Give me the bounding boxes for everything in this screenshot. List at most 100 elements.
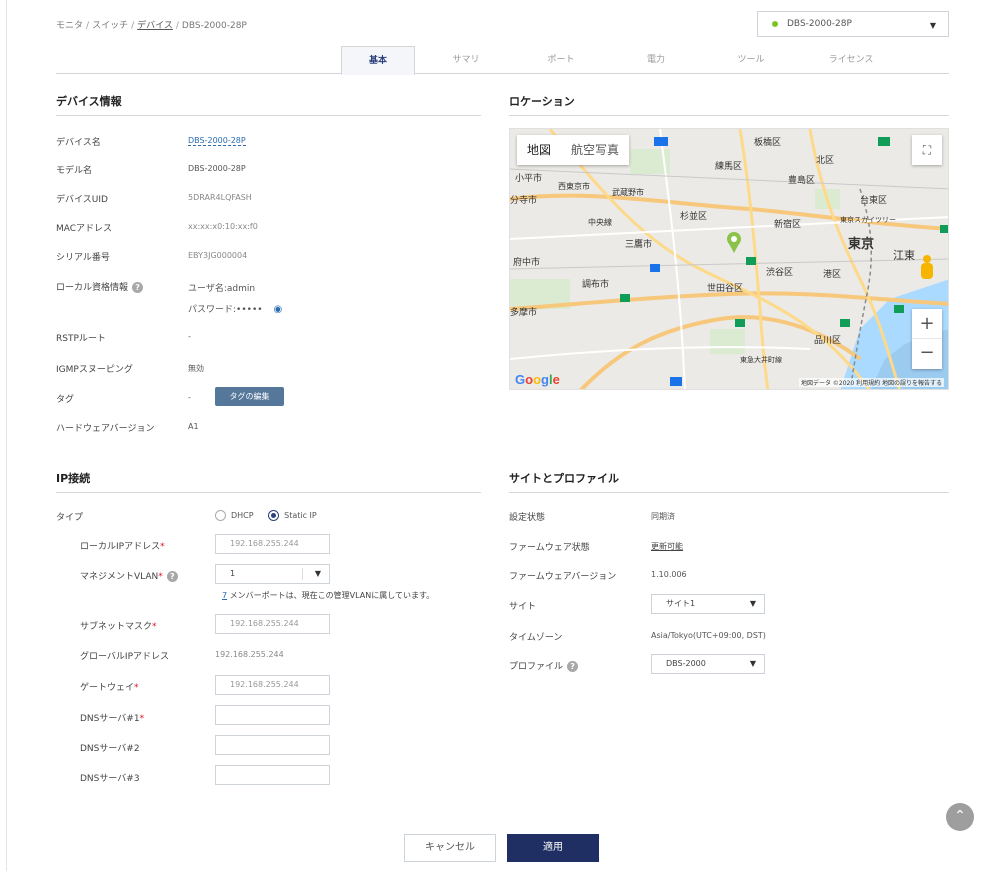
- map-place: 世田谷区: [707, 284, 744, 294]
- chevron-down-icon: ▼: [314, 569, 321, 578]
- zoom-in-button[interactable]: +: [912, 309, 942, 339]
- tag-label: タグ: [56, 395, 75, 405]
- serial-label: シリアル番号: [56, 253, 110, 263]
- config-status-value: 同期済: [651, 512, 675, 521]
- dhcp-radio[interactable]: DHCP: [215, 510, 254, 521]
- gateway-label-text: ゲートウェイ: [80, 683, 135, 693]
- breadcrumb-current: DBS-2000-28P: [181, 21, 247, 31]
- tab-power[interactable]: 電力: [621, 46, 691, 74]
- radio-off-icon[interactable]: [215, 510, 226, 521]
- timezone-value: Asia/Tokyo(UTC+09:00, DST): [651, 631, 766, 640]
- mac-label: MACアドレス: [56, 224, 113, 234]
- subnet-input[interactable]: 192.168.255.244: [215, 614, 330, 634]
- tab-ports[interactable]: ポート: [526, 46, 596, 74]
- subnet-label: サブネットマスク*: [80, 622, 157, 632]
- uid-label: デバイスUID: [56, 195, 108, 205]
- fullscreen-icon[interactable]: ⛶: [912, 135, 942, 165]
- cred-username: ユーザ名:admin: [188, 284, 256, 294]
- map-place: 練馬区: [715, 162, 743, 172]
- fw-status-value[interactable]: 更新可能: [651, 541, 683, 552]
- rstp-value: -: [188, 332, 191, 341]
- help-icon[interactable]: ?: [132, 282, 144, 293]
- cred-password: パスワード:••••• ◉: [188, 302, 282, 315]
- dns1-label: DNSサーバ#1*: [80, 714, 145, 724]
- edit-tag-button[interactable]: タグの編集: [215, 387, 284, 406]
- model-value: DBS-2000-28P: [188, 164, 246, 173]
- pegman-icon[interactable]: [916, 253, 938, 287]
- divider: [56, 115, 481, 116]
- divider: [509, 115, 949, 116]
- map-place: 府中市: [513, 258, 541, 268]
- ip-type-label: タイプ: [56, 513, 84, 523]
- chevron-down-icon: ▼: [929, 21, 936, 30]
- zoom-out-button[interactable]: −: [912, 339, 942, 369]
- apply-button[interactable]: 適用: [507, 834, 599, 862]
- scroll-to-top-icon[interactable]: ⌃: [946, 803, 974, 831]
- map-place: 台東区: [860, 196, 888, 206]
- breadcrumb: モニタ / スイッチ / デバイス / DBS-2000-28P: [56, 21, 247, 31]
- fw-status-label: ファームウェア状態: [509, 543, 590, 553]
- map-place: 豊島区: [788, 176, 816, 186]
- mgmt-vlan-label: マネジメントVLAN*?: [80, 569, 178, 582]
- vlan-member-note-text: メンバーポートは、現在この管理VLANに属しています。: [227, 591, 435, 600]
- ip-type-radios: DHCP Static IP: [215, 510, 317, 521]
- profile-select[interactable]: DBS-2000 ▼: [651, 654, 765, 674]
- vlan-member-note: 7 メンバーポートは、現在この管理VLANに属しています。: [222, 590, 434, 601]
- breadcrumb-monitor[interactable]: モニタ: [56, 21, 83, 31]
- fw-version-label: ファームウェアバージョン: [509, 572, 617, 582]
- tab-summary[interactable]: サマリ: [431, 46, 501, 74]
- map-place: 武蔵野市: [612, 188, 644, 197]
- local-credentials-label: ローカル資格情報?: [56, 280, 144, 293]
- tab-tools[interactable]: ツール: [716, 46, 786, 74]
- map-place: 多摩市: [510, 308, 538, 318]
- map-place: 北区: [816, 156, 835, 166]
- help-icon[interactable]: ?: [166, 571, 178, 582]
- map-place: 品川区: [814, 336, 842, 346]
- breadcrumb-devices[interactable]: デバイス: [137, 21, 173, 31]
- igmp-label: IGMPスヌーピング: [56, 365, 133, 375]
- mgmt-vlan-value: 1: [230, 569, 236, 578]
- dns3-input[interactable]: [215, 765, 330, 785]
- location-map[interactable]: 板橋区 北区 練馬区 豊島区 台東区 小平市 西東京市 武蔵野市 分寺市 中央線…: [509, 128, 949, 390]
- device-info-title: デバイス情報: [56, 95, 122, 108]
- site-select[interactable]: サイト1 ▼: [651, 594, 765, 614]
- satellite-view-button[interactable]: 航空写真: [561, 135, 629, 165]
- map-view-button[interactable]: 地図: [517, 135, 561, 165]
- location-title: ロケーション: [509, 95, 575, 108]
- dns1-label-text: DNSサーバ#1: [80, 714, 140, 724]
- help-icon[interactable]: ?: [567, 661, 579, 672]
- map-type-toggle: 地図 航空写真: [517, 135, 630, 165]
- breadcrumb-switch[interactable]: スイッチ: [92, 21, 128, 31]
- profile-label-text: プロファイル: [509, 662, 564, 672]
- static-ip-radio[interactable]: Static IP: [268, 510, 317, 521]
- map-attribution[interactable]: 地図データ ©2020 利用規約 地図の誤りを報告する: [799, 378, 944, 387]
- mgmt-vlan-select[interactable]: 1 ▼: [215, 564, 330, 584]
- tab-license[interactable]: ライセンス: [811, 46, 891, 74]
- map-place: 調布市: [582, 280, 610, 290]
- tab-bar: 基本 サマリ ポート 電力 ツール ライセンス: [56, 46, 949, 75]
- cancel-button[interactable]: キャンセル: [404, 834, 496, 862]
- static-ip-radio-label: Static IP: [284, 511, 317, 520]
- site-profile-title: サイトとプロファイル: [509, 472, 619, 485]
- google-logo: Google: [515, 372, 560, 387]
- local-ip-input[interactable]: 192.168.255.244: [215, 534, 330, 554]
- eye-icon[interactable]: ◉: [273, 304, 282, 315]
- gateway-input[interactable]: 192.168.255.244: [215, 675, 330, 695]
- tab-basic[interactable]: 基本: [341, 46, 415, 75]
- divider: [56, 492, 481, 493]
- dhcp-radio-label: DHCP: [231, 511, 254, 520]
- device-name-value[interactable]: DBS-2000-28P: [188, 136, 246, 146]
- device-selector[interactable]: DBS-2000-28P ▼: [757, 11, 949, 37]
- serial-value: EBY3JG000004: [188, 251, 248, 260]
- model-label: モデル名: [56, 166, 93, 176]
- global-ip-label: グローバルIPアドレス: [80, 652, 169, 662]
- chevron-down-icon: ▼: [749, 659, 756, 668]
- dns2-input[interactable]: [215, 735, 330, 755]
- device-name-label: デバイス名: [56, 138, 101, 148]
- zoom-controls: + −: [912, 309, 942, 369]
- dns1-input[interactable]: [215, 705, 330, 725]
- fw-version-value: 1.10.006: [651, 570, 687, 579]
- radio-on-icon[interactable]: [268, 510, 280, 521]
- gateway-label: ゲートウェイ*: [80, 683, 139, 693]
- map-place: 板橋区: [754, 138, 782, 148]
